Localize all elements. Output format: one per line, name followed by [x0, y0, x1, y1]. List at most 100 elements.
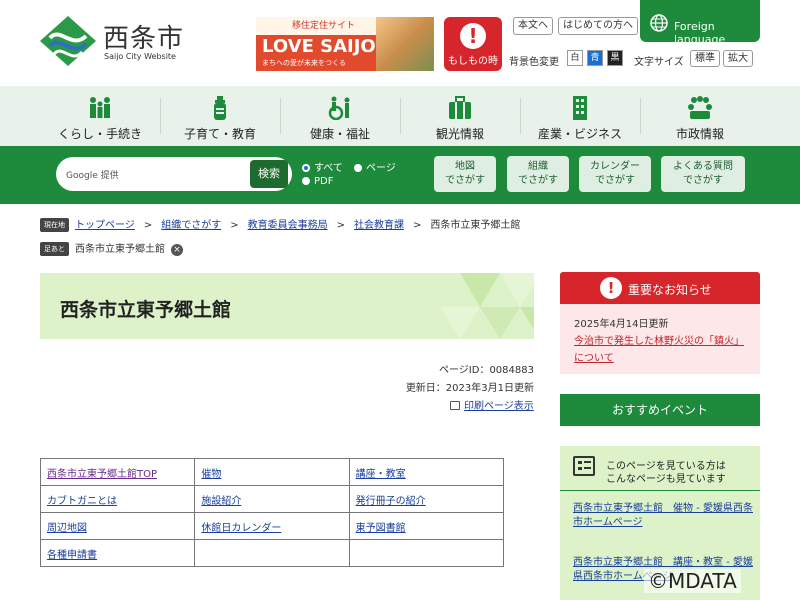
first-time-visitors-button[interactable]: はじめての方へ	[558, 17, 638, 35]
radio-pdf-label: PDF	[314, 176, 334, 187]
recommended-events-header[interactable]: おすすめイベント	[560, 394, 760, 426]
search-bar: Google 提供 検索 すべて ページ PDF 地図 でさがす 組織 でさがす…	[0, 146, 800, 204]
suitcase-icon	[449, 96, 471, 119]
search-by-faq-button[interactable]: よくある質問 でさがす	[661, 156, 745, 192]
emergency-label: もしもの時	[448, 56, 498, 67]
link-publications[interactable]: 発行冊子の紹介	[356, 496, 426, 507]
wheelchair-icon	[328, 96, 350, 120]
breadcrumb-link[interactable]: トップページ	[75, 220, 135, 231]
divider	[560, 490, 760, 491]
updated-date: 更新日：2023年3月1日更新	[405, 383, 534, 394]
map-line2: でさがす	[445, 175, 485, 186]
emergency-button[interactable]: ! もしもの時	[444, 17, 502, 71]
table-cell: 周辺地図	[39, 512, 196, 540]
link-top[interactable]: 西条市立東予郷土館TOP	[47, 469, 157, 480]
bg-color-label: 背景色変更	[509, 57, 559, 68]
history-trail: 足あと 西条市立東予郷土館 ×	[40, 240, 183, 256]
history-tag: 足あと	[40, 242, 69, 256]
print-page-label: 印刷ページ表示	[464, 401, 534, 412]
font-size-large-button[interactable]: 拡大	[723, 50, 753, 67]
link-classes[interactable]: 講座・教室	[356, 469, 406, 480]
close-icon[interactable]: ×	[171, 244, 183, 256]
breadcrumb-current: 西条市立東予郷土館	[430, 220, 521, 231]
search-by-map-button[interactable]: 地図 でさがす	[434, 156, 496, 192]
people-icon	[90, 97, 110, 118]
love-saijo-banner[interactable]: 移住定住サイト LOVE SAIJO まちへの愛が未来をつくる	[256, 17, 434, 71]
radio-icon	[302, 177, 310, 185]
font-size-label: 文字サイズ	[634, 57, 684, 68]
watermark: ©MDATA	[644, 569, 741, 593]
radio-selected-icon	[302, 164, 310, 172]
table-cell: 発行冊子の紹介	[348, 485, 505, 513]
chevron-right-icon: >	[230, 220, 239, 231]
site-logo[interactable]: 西条市 Saijo City Website	[40, 16, 200, 66]
nav-label: 市政情報	[675, 127, 724, 141]
breadcrumb-link[interactable]: 教育委員会事務局	[248, 220, 328, 231]
baby-bottle-icon	[214, 96, 226, 120]
banner-sub-text: まちへの愛が未来をつくる	[262, 59, 346, 67]
search-by-calendar-button[interactable]: カレンダー でさがす	[579, 156, 651, 192]
breadcrumb-link[interactable]: 社会教育課	[354, 220, 404, 231]
foreign-language-button[interactable]: Foreign language	[640, 0, 760, 46]
print-page-button[interactable]: 印刷ページ表示	[450, 397, 534, 412]
skip-to-content-button[interactable]: 本文へ	[513, 17, 553, 35]
table-cell	[194, 539, 350, 567]
radio-page-label: ページ	[366, 163, 396, 174]
google-provided-label: Google 提供	[66, 171, 119, 181]
table-row: 周辺地図 休館日カレンダー 東予図書館	[39, 512, 505, 540]
radio-all[interactable]: すべて	[302, 159, 343, 174]
nav-item-living[interactable]: くらし・手続き	[40, 86, 160, 146]
nav-item-childcare[interactable]: 子育て・教育	[160, 86, 280, 146]
breadcrumb-link[interactable]: 組織でさがす	[161, 220, 221, 231]
search-input[interactable]: Google 提供 検索	[56, 157, 292, 191]
radio-all-label: すべて	[314, 163, 343, 174]
cal-line2: でさがす	[595, 175, 635, 186]
table-cell: 東予図書館	[348, 512, 505, 540]
notice-link[interactable]: 今治市で発生した林野火災の「鎮火」について	[574, 333, 746, 367]
radio-page[interactable]: ページ	[354, 159, 396, 174]
nav-label: くらし・手続き	[57, 127, 142, 141]
page-title-box: 西条市立東予郷土館	[40, 273, 534, 339]
breadcrumb: 現在地 トップページ > 組織でさがす > 教育委員会事務局 > 社会教育課 > 西条市立東予郷土…	[40, 216, 520, 232]
nav-item-health[interactable]: 健康・福祉	[280, 86, 400, 146]
table-cell: 施設紹介	[194, 485, 350, 513]
nav-item-business[interactable]: 産業・ビジネス	[520, 86, 640, 146]
table-row: 西条市立東予郷土館TOP 催物 講座・教室	[39, 458, 505, 486]
link-closed-calendar[interactable]: 休館日カレンダー	[201, 523, 281, 534]
faq-line2: でさがす	[683, 175, 723, 186]
nav-item-government[interactable]: 市政情報	[640, 86, 760, 146]
link-horseshoe-crab[interactable]: カブトガニとは	[47, 496, 117, 507]
banner-main-text: LOVE SAIJO	[262, 36, 376, 57]
link-map[interactable]: 周辺地図	[47, 523, 87, 534]
chevron-right-icon: >	[143, 220, 153, 231]
org-line2: でさがす	[518, 175, 558, 186]
nav-item-tourism[interactable]: 観光情報	[400, 86, 520, 146]
radio-pdf[interactable]: PDF	[302, 176, 333, 187]
main-navigation: くらし・手続き 子育て・教育 健康・福祉 観光情報 産業・ビジネス 市政情報	[0, 86, 800, 146]
decorative-triangles	[440, 273, 534, 339]
table-cell: 休館日カレンダー	[194, 512, 350, 540]
link-library[interactable]: 東予図書館	[356, 523, 406, 534]
link-forms[interactable]: 各種申請書	[47, 550, 97, 561]
foreign-language-label: Foreign language	[674, 20, 726, 46]
search-by-organization-button[interactable]: 組織 でさがす	[507, 156, 569, 192]
table-cell: 講座・教室	[348, 458, 505, 486]
font-size-standard-button[interactable]: 標準	[690, 50, 720, 67]
link-events[interactable]: 催物	[201, 469, 221, 480]
search-button[interactable]: 検索	[250, 160, 288, 188]
bg-color-white[interactable]: 白	[567, 50, 583, 66]
table-cell: 各種申請書	[39, 539, 196, 567]
exclamation-icon: !	[460, 23, 486, 49]
also-viewed-item[interactable]: 西条市立東予郷土館 催物 - 愛媛県西条市ホームページ	[573, 502, 753, 530]
org-line1: 組織	[528, 161, 548, 172]
table-cell: 西条市立東予郷土館TOP	[39, 458, 196, 486]
also-viewed-line2: こんなページも見ています	[606, 474, 726, 485]
bg-color-black[interactable]: 黒	[607, 50, 623, 66]
chevron-right-icon: >	[336, 220, 345, 231]
history-item[interactable]: 西条市立東予郷土館	[75, 244, 165, 255]
globe-icon	[650, 14, 668, 32]
bg-color-blue[interactable]: 青	[587, 50, 603, 66]
banner-photo	[376, 17, 434, 71]
link-facility[interactable]: 施設紹介	[201, 496, 241, 507]
logo-title: 西条市	[103, 24, 185, 54]
